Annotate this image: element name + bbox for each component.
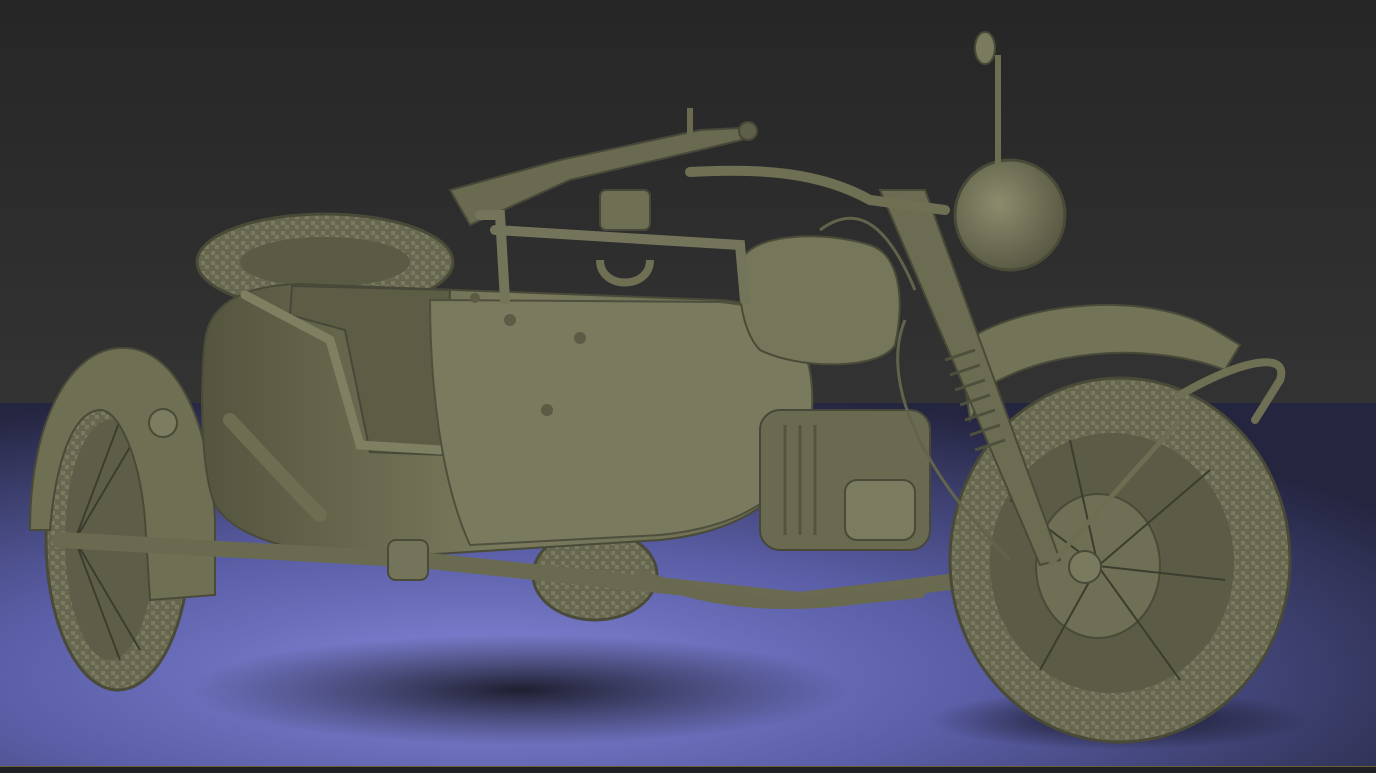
frame-bracket (387, 539, 429, 581)
tub-rivet (574, 332, 586, 344)
render-viewport (0, 0, 1376, 768)
tub-rivet (504, 314, 516, 326)
fender-bolt (148, 408, 178, 438)
fuel-tank (739, 235, 901, 366)
mirror (974, 31, 996, 65)
headlamp (953, 158, 1067, 272)
tub-rivet (541, 404, 553, 416)
tub-rivet (470, 293, 480, 303)
engine (759, 409, 931, 551)
ground-shadow (190, 635, 850, 745)
